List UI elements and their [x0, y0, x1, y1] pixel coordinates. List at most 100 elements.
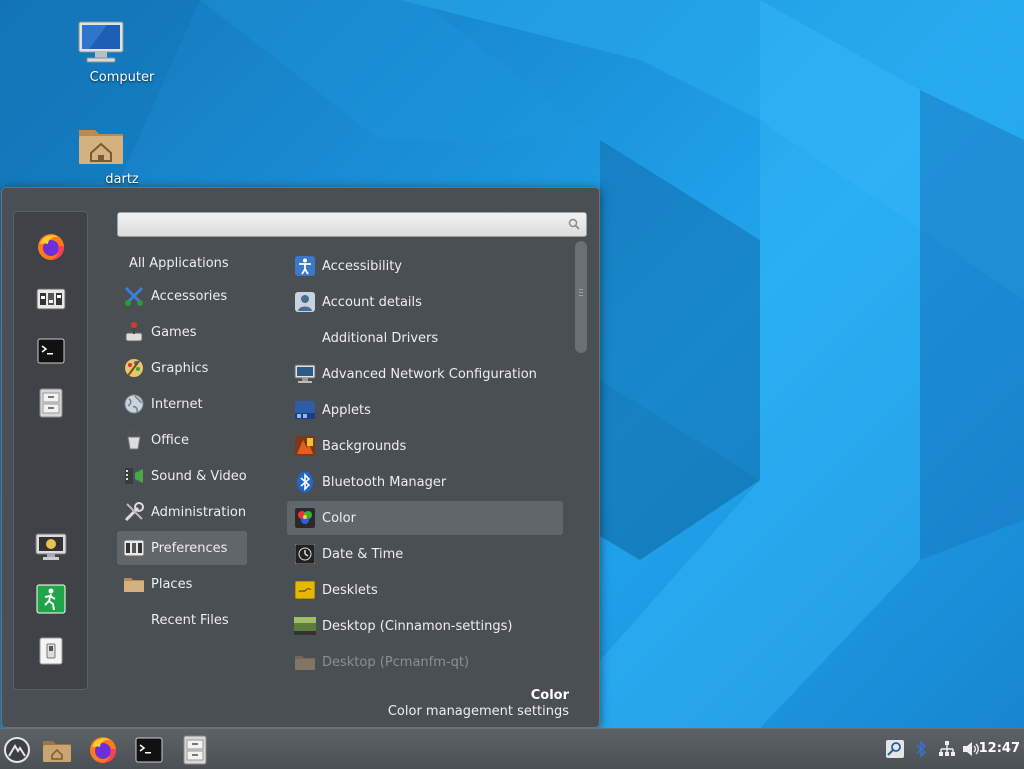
apps-scrollbar-thumb[interactable]: [575, 241, 587, 353]
bluetooth-tray-icon: [916, 740, 927, 758]
backgrounds-icon: [294, 435, 316, 457]
application-menu: All Applications Accessories Games Graph…: [1, 187, 600, 728]
app-label: Desktop (Cinnamon-settings): [322, 618, 513, 634]
favorites-sidebar: [13, 211, 88, 690]
network-config-icon: [294, 363, 316, 385]
app-desktop-pcmanfm-qt[interactable]: Desktop (Pcmanfm-qt): [287, 645, 563, 679]
category-all-applications[interactable]: All Applications: [117, 246, 247, 280]
color-icon: [294, 507, 316, 529]
app-label: Applets: [322, 402, 371, 418]
category-games[interactable]: Games: [117, 315, 247, 349]
firefox-icon: [90, 737, 116, 763]
app-label: Date & Time: [322, 546, 404, 562]
desktop-icon-computer[interactable]: Computer: [77, 18, 167, 85]
games-icon: [123, 321, 145, 343]
bluetooth-icon: [294, 471, 316, 493]
app-account-details[interactable]: Account details: [287, 285, 563, 319]
administration-icon: [123, 501, 145, 523]
category-preferences[interactable]: Preferences: [117, 531, 247, 565]
logout-icon: [36, 584, 66, 614]
panel-clock[interactable]: 12:47: [979, 741, 1020, 756]
desktop-icon-home[interactable]: dartz: [77, 120, 167, 187]
places-icon: [123, 573, 145, 595]
lock-screen-icon: [35, 533, 67, 560]
panel-launcher-file-cabinet[interactable]: [178, 733, 212, 767]
file-cabinet-icon: [183, 735, 207, 765]
category-label: Recent Files: [151, 612, 229, 628]
app-label: Desktop (Pcmanfm-qt): [322, 654, 470, 670]
category-label: All Applications: [129, 255, 229, 271]
category-places[interactable]: Places: [117, 567, 247, 601]
selected-app-description: Color management settings: [387, 704, 569, 719]
accessories-icon: [123, 285, 145, 307]
app-applets[interactable]: Applets: [287, 393, 563, 427]
app-color[interactable]: Color: [287, 501, 563, 535]
tray-bluetooth[interactable]: [910, 729, 932, 769]
favorite-settings[interactable]: [34, 282, 68, 316]
lock-screen-button[interactable]: [34, 530, 68, 564]
file-cabinet-icon: [39, 388, 63, 418]
category-accessories[interactable]: Accessories: [117, 279, 247, 313]
category-label: Graphics: [151, 360, 209, 376]
category-administration[interactable]: Administration: [117, 495, 247, 529]
category-label: Games: [151, 324, 197, 340]
menu-button[interactable]: [0, 733, 34, 767]
preferences-icon: [123, 537, 145, 559]
panel-launcher-firefox[interactable]: [86, 733, 120, 767]
category-label: Accessories: [151, 288, 228, 304]
desktop-icon: [294, 615, 316, 637]
category-recent-files[interactable]: Recent Files: [117, 603, 247, 637]
date-time-icon: [294, 543, 316, 565]
category-sound-video[interactable]: Sound & Video: [117, 459, 247, 493]
account-icon: [294, 291, 316, 313]
graphics-icon: [123, 357, 145, 379]
desklets-icon: [294, 579, 316, 601]
category-label: Places: [151, 576, 193, 592]
app-label: Backgrounds: [322, 438, 407, 454]
search-icon: [568, 218, 580, 230]
favorite-terminal[interactable]: [34, 334, 68, 368]
office-icon: [123, 429, 145, 451]
terminal-icon: [37, 338, 65, 364]
category-internet[interactable]: Internet: [117, 387, 247, 421]
sound-video-icon: [123, 465, 145, 487]
desktop-qt-icon: [294, 651, 316, 673]
app-additional-drivers[interactable]: Additional Drivers: [287, 321, 563, 355]
settings-icon: [36, 288, 66, 310]
category-office[interactable]: Office: [117, 423, 247, 457]
app-label: Advanced Network Configuration: [322, 366, 537, 382]
app-label: Bluetooth Manager: [322, 474, 447, 490]
app-date-time[interactable]: Date & Time: [287, 537, 563, 571]
desktop-icon-label: Computer: [89, 70, 155, 85]
app-desktop-cinnamon-settings[interactable]: Desktop (Cinnamon-settings): [287, 609, 563, 643]
panel-launcher-files[interactable]: [40, 733, 74, 767]
app-label: Account details: [322, 294, 422, 310]
app-desklets[interactable]: Desklets: [287, 573, 563, 607]
firefox-icon: [38, 234, 64, 260]
panel-launcher-terminal[interactable]: [132, 733, 166, 767]
app-accessibility[interactable]: Accessibility: [287, 249, 563, 283]
category-label: Administration: [151, 504, 247, 520]
category-label: Sound & Video: [151, 468, 247, 484]
tray-search-tool[interactable]: [884, 729, 906, 769]
shutdown-icon: [39, 637, 63, 665]
app-advanced-network-configuration[interactable]: Advanced Network Configuration: [287, 357, 563, 391]
app-bluetooth-manager[interactable]: Bluetooth Manager: [287, 465, 563, 499]
tray-network[interactable]: [936, 729, 958, 769]
category-label: Office: [151, 432, 189, 448]
logout-button[interactable]: [34, 582, 68, 616]
bottom-panel: 12:47: [0, 728, 1024, 769]
search-tool-icon: [886, 740, 904, 758]
selected-app-title: Color: [530, 688, 569, 703]
app-label: Color: [322, 510, 356, 526]
app-backgrounds[interactable]: Backgrounds: [287, 429, 563, 463]
favorite-firefox[interactable]: [34, 230, 68, 264]
category-graphics[interactable]: Graphics: [117, 351, 247, 385]
search-input[interactable]: [117, 212, 587, 237]
favorite-files[interactable]: [34, 386, 68, 420]
category-label: Preferences: [151, 540, 228, 556]
shutdown-button[interactable]: [34, 634, 68, 668]
menu-icon: [4, 737, 30, 763]
desktop-icon-label: dartz: [105, 172, 139, 187]
computer-icon: [78, 18, 146, 66]
